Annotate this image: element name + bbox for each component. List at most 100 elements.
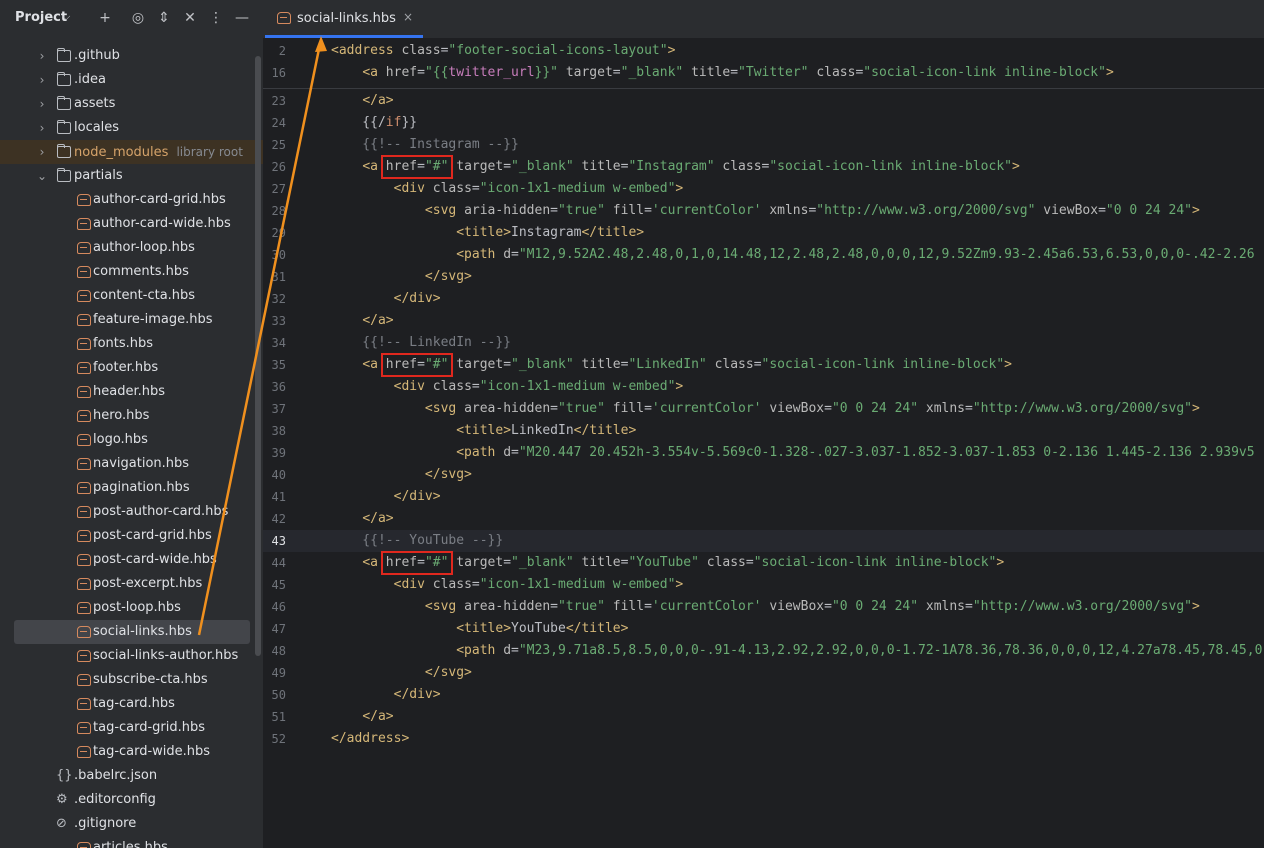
tree-item[interactable]: navigation.hbs [0, 452, 263, 476]
code-line[interactable]: 39 <path d="M20.447 20.452h-3.554v-5.569… [263, 442, 1264, 464]
tree-item[interactable]: post-card-wide.hbs [0, 548, 263, 572]
line-number: 24 [271, 116, 286, 130]
tree-item[interactable]: tag-card-wide.hbs [0, 740, 263, 764]
code-line[interactable]: 43 {{!-- YouTube --}} [263, 530, 1264, 552]
code-line[interactable]: 45 <div class="icon-1x1-medium w-embed"> [263, 574, 1264, 596]
tree-item[interactable]: author-card-wide.hbs [0, 212, 263, 236]
code-line[interactable]: 41 </div> [263, 486, 1264, 508]
tree-item-label: assets [74, 96, 116, 111]
tree-item[interactable]: › assets [0, 92, 263, 116]
code-line[interactable]: 49 </svg> [263, 662, 1264, 684]
code-line[interactable]: 51 </a> [263, 706, 1264, 728]
tree-item[interactable]: subscribe-cta.hbs [0, 668, 263, 692]
tree-item[interactable]: feature-image.hbs [0, 308, 263, 332]
tree-item[interactable]: social-links-author.hbs [0, 644, 263, 668]
tree-item[interactable]: post-author-card.hbs [0, 500, 263, 524]
chevron-down-icon[interactable]: ⌵ [62, 10, 70, 24]
code-line[interactable]: 2 <address class="footer-social-icons-lay… [263, 40, 1264, 62]
folder-icon [57, 72, 71, 86]
code-line[interactable]: 27 <div class="icon-1x1-medium w-embed"> [263, 178, 1264, 200]
tree-item-label: tag-card-grid.hbs [93, 720, 206, 735]
code-text: </svg> [424, 269, 472, 284]
line-number: 38 [271, 424, 286, 438]
code-line[interactable]: 23 </a> [263, 90, 1264, 112]
line-number: 45 [271, 578, 286, 592]
tree-item-label: author-card-wide.hbs [93, 216, 231, 231]
line-number: 41 [271, 490, 286, 504]
tree-item[interactable]: › locales [0, 116, 263, 140]
code-line[interactable]: 42 </a> [263, 508, 1264, 530]
tree-item[interactable]: tag-card.hbs [0, 692, 263, 716]
chevron-right-icon[interactable]: › [36, 140, 48, 164]
tree-item[interactable]: ⊘ .gitignore [0, 812, 263, 836]
code-text: <title>LinkedIn</title> [456, 423, 637, 438]
tree-item[interactable]: fonts.hbs [0, 332, 263, 356]
close-icon[interactable]: × [403, 10, 413, 24]
code-line[interactable]: 24 {{/if}} [263, 112, 1264, 134]
code-line[interactable]: 37 <svg area-hidden="true" fill='current… [263, 398, 1264, 420]
minimize-icon[interactable]: — [233, 8, 251, 28]
code-line[interactable]: 31 </svg> [263, 266, 1264, 288]
tree-item[interactable]: post-card-grid.hbs [0, 524, 263, 548]
tree-item[interactable]: articles.hbs [0, 836, 263, 848]
tree-item-label: header.hbs [93, 384, 166, 399]
tree-item[interactable]: pagination.hbs [0, 476, 263, 500]
sidebar-scrollbar[interactable] [255, 56, 261, 656]
line-number: 25 [271, 138, 286, 152]
more-options-icon[interactable]: ⋮ [207, 8, 225, 28]
code-line[interactable]: 33 </a> [263, 310, 1264, 332]
tree-item-label: post-card-wide.hbs [93, 552, 217, 567]
tree-item[interactable]: hero.hbs [0, 404, 263, 428]
code-line[interactable]: 29 <title>Instagram</title> [263, 222, 1264, 244]
code-text: <div class="icon-1x1-medium w-embed"> [393, 379, 684, 394]
tree-item[interactable]: {} .babelrc.json [0, 764, 263, 788]
chevron-right-icon[interactable]: › [36, 44, 48, 68]
sticky-lines-header[interactable]: 2 <address class="footer-social-icons-lay… [263, 38, 1264, 89]
code-line[interactable]: 48 <path d="M23,9.71a8.5,8.5,0,0,0-.91-4… [263, 640, 1264, 662]
chevron-right-icon[interactable]: › [36, 116, 48, 140]
tree-item[interactable]: tag-card-grid.hbs [0, 716, 263, 740]
tree-item[interactable]: ⚙ .editorconfig [0, 788, 263, 812]
tree-item[interactable]: post-loop.hbs [0, 596, 263, 620]
tree-item[interactable]: author-loop.hbs [0, 236, 263, 260]
tree-item[interactable]: author-card-grid.hbs [0, 188, 263, 212]
tree-item[interactable]: › node_modules library root [0, 140, 263, 164]
code-line[interactable]: 25 {{!-- Instagram --}} [263, 134, 1264, 156]
add-icon[interactable]: + [96, 8, 114, 28]
code-line[interactable]: 40 </svg> [263, 464, 1264, 486]
code-line[interactable]: 36 <div class="icon-1x1-medium w-embed"> [263, 376, 1264, 398]
chevron-down-icon[interactable]: ⌄ [36, 164, 48, 188]
code-line[interactable]: 46 <svg area-hidden="true" fill='current… [263, 596, 1264, 618]
locate-icon[interactable]: ◎ [129, 8, 147, 28]
tree-item[interactable]: logo.hbs [0, 428, 263, 452]
code-line[interactable]: 32 </div> [263, 288, 1264, 310]
code-line[interactable]: 34 {{!-- LinkedIn --}} [263, 332, 1264, 354]
tree-item[interactable]: content-cta.hbs [0, 284, 263, 308]
code-line[interactable]: 47 <title>YouTube</title> [263, 618, 1264, 640]
tree-item-label: navigation.hbs [93, 456, 190, 471]
collapse-all-icon[interactable]: ✕ [181, 8, 199, 28]
tree-item[interactable]: post-excerpt.hbs [0, 572, 263, 596]
chevron-right-icon[interactable]: › [36, 68, 48, 92]
tree-item[interactable]: › .idea [0, 68, 263, 92]
code-line[interactable]: 52 </address> [263, 728, 1264, 750]
tree-item[interactable]: comments.hbs [0, 260, 263, 284]
expand-all-icon[interactable]: ⇕ [155, 8, 173, 28]
code-line[interactable]: 50 </div> [263, 684, 1264, 706]
code-line[interactable]: 38 <title>LinkedIn</title> [263, 420, 1264, 442]
tree-item[interactable]: social-links.hbs [0, 620, 263, 644]
tree-item[interactable]: header.hbs [0, 380, 263, 404]
code-line[interactable]: 30 <path d="M12,9.52A2.48,2.48,0,1,0,14.… [263, 244, 1264, 266]
tree-item-label: post-excerpt.hbs [93, 576, 203, 591]
tree-item[interactable]: footer.hbs [0, 356, 263, 380]
tree-item[interactable]: › .github [0, 44, 263, 68]
line-number: 29 [271, 226, 286, 240]
line-number: 32 [271, 292, 286, 306]
code-line[interactable]: 28 <svg aria-hidden="true" fill='current… [263, 200, 1264, 222]
code-text: <title>Instagram</title> [456, 225, 645, 240]
chevron-right-icon[interactable]: › [36, 92, 48, 116]
tab-social-links[interactable]: social-links.hbs × [265, 0, 423, 38]
tree-item[interactable]: ⌄ partials [0, 164, 263, 188]
project-title[interactable]: Project [15, 10, 67, 25]
code-line[interactable]: 16 <a href="{{twitter_url}}" target="_bl… [263, 62, 1264, 84]
